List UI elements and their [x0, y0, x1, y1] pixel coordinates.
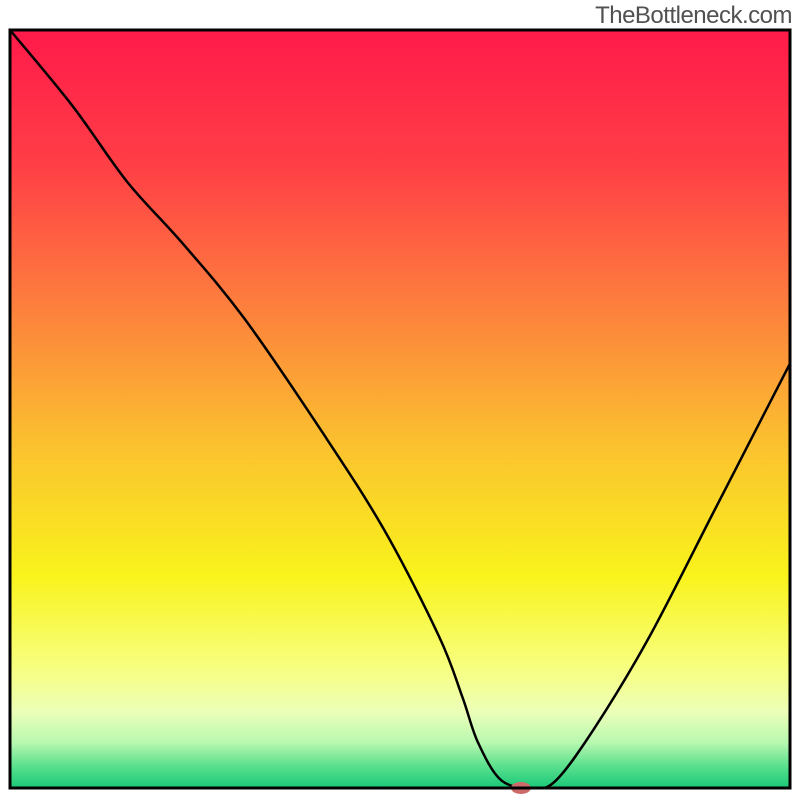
plot-svg: [0, 0, 800, 800]
bottleneck-chart: TheBottleneck.com: [0, 0, 800, 800]
gradient-background: [10, 30, 790, 788]
watermark-text: TheBottleneck.com: [595, 2, 792, 30]
